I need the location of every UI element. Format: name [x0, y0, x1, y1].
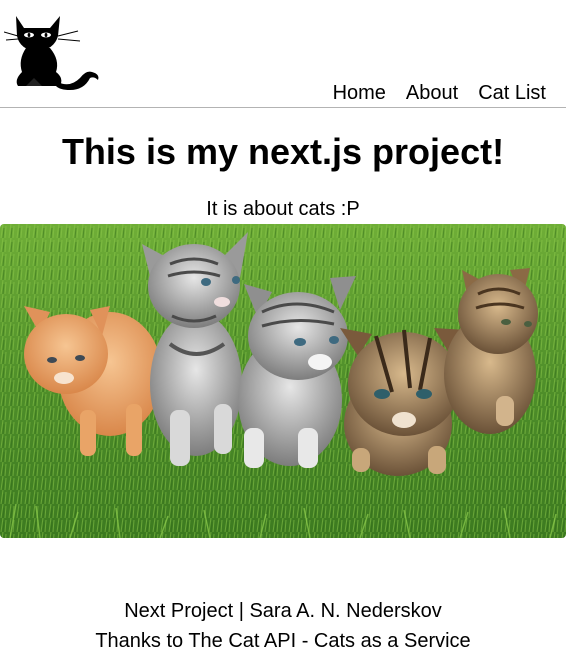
nav-home-link[interactable]: Home	[333, 81, 386, 105]
nav-cat-list-link[interactable]: Cat List	[478, 81, 546, 105]
footer-thanks: Thanks to The Cat API - Cats as a Servic…	[95, 630, 471, 652]
page-title: This is my next.js project!	[61, 131, 505, 172]
kittens-photo	[0, 224, 566, 538]
site-header: Home About Cat List	[0, 0, 566, 108]
black-cat-icon[interactable]	[4, 8, 102, 90]
page-subtitle: It is about cats :P	[206, 198, 360, 220]
page: Home About Cat List This is my next.js p…	[0, 0, 566, 666]
nav-about-link[interactable]: About	[406, 81, 458, 105]
footer-credit: Next Project | Sara A. N. Nederskov	[124, 600, 442, 622]
main-nav: Home About Cat List	[333, 81, 546, 105]
